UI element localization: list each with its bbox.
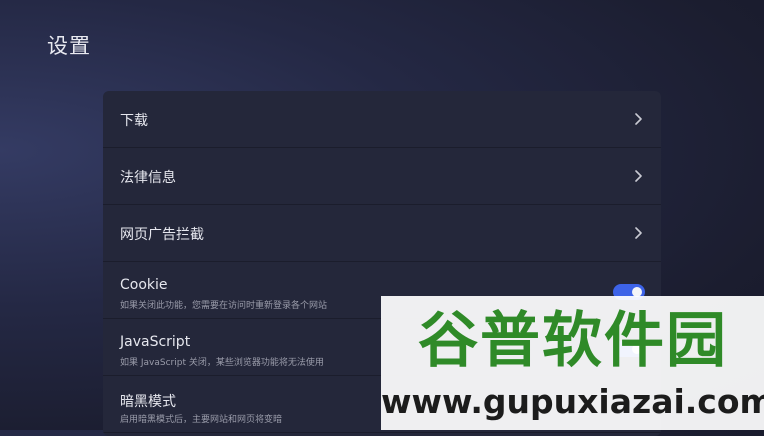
settings-item-description: 如果 JavaScript 关闭，某些浏览器功能将无法使用 — [120, 358, 324, 368]
chevron-right-icon — [631, 226, 645, 240]
settings-item-label: 下载 — [120, 113, 148, 129]
settings-item-description: 如果关闭此功能，您需要在访问时重新登录各个网站 — [120, 301, 328, 311]
settings-item-label: 法律信息 — [120, 170, 176, 186]
settings-item-label: 暗黑模式 — [120, 394, 176, 410]
settings-item-downloads[interactable]: 下载 — [103, 91, 661, 148]
settings-item-label: JavaScript — [120, 334, 191, 350]
chevron-right-icon — [631, 112, 645, 126]
settings-item-label: Cookie — [120, 277, 168, 293]
watermark-url: www.gupuxiazai.com — [381, 382, 764, 421]
chevron-right-icon — [631, 169, 645, 183]
watermark-title: 谷普软件园 — [418, 306, 728, 376]
page-title: 设置 — [47, 34, 91, 58]
settings-item-description: 启用暗黑模式后，主要网站和网页将变暗 — [120, 415, 283, 425]
watermark-overlay: 谷普软件园 www.gupuxiazai.com — [381, 296, 764, 430]
settings-item-ad-block[interactable]: 网页广告拦截 — [103, 205, 661, 262]
settings-item-label: 网页广告拦截 — [120, 227, 204, 243]
settings-item-legal-info[interactable]: 法律信息 — [103, 148, 661, 205]
